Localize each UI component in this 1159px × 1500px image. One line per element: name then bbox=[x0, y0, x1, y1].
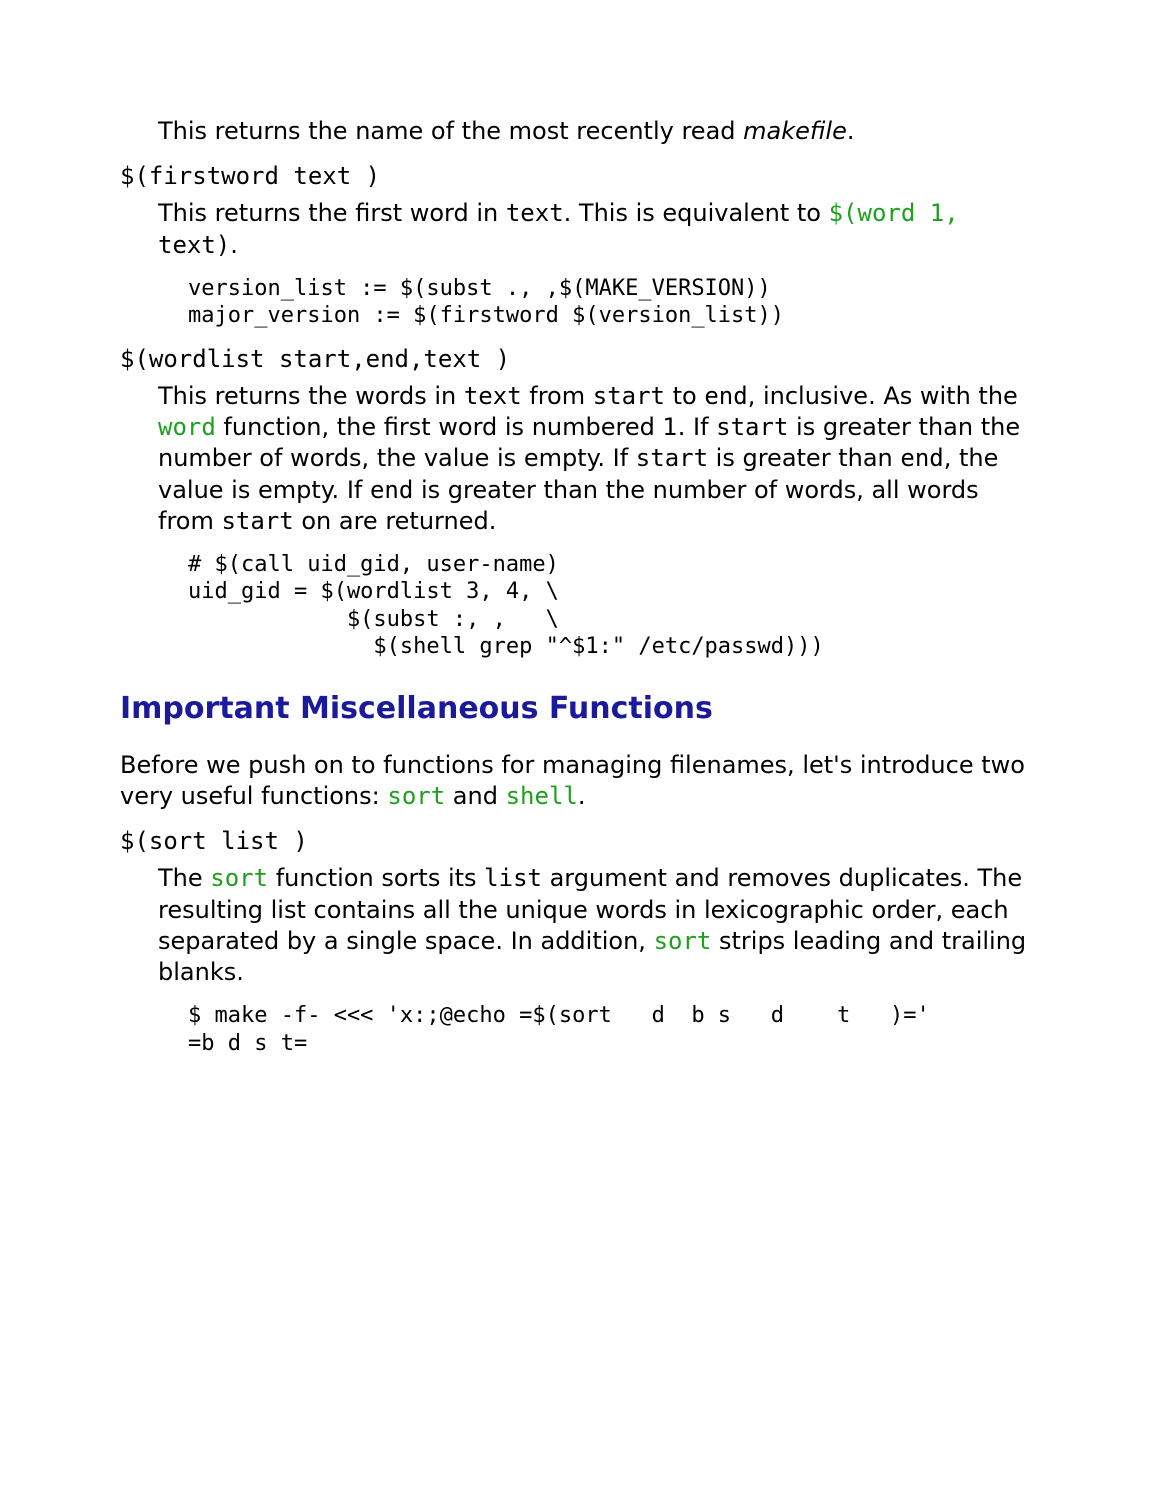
code-green: word bbox=[158, 413, 216, 441]
code-text: start bbox=[593, 382, 665, 410]
code-text: ) bbox=[216, 231, 230, 259]
text: on are returned. bbox=[294, 507, 497, 535]
text: . This is equivalent to bbox=[564, 199, 829, 227]
code-text: text bbox=[506, 199, 564, 227]
code-text: start bbox=[716, 413, 788, 441]
paragraph-wordlist-desc: This returns the words in text from star… bbox=[158, 381, 1039, 537]
code-block-sort: $ make -f- <<< 'x:;@echo =$(sort d b s d… bbox=[188, 1002, 1039, 1057]
term-wordlist: $(wordlist start,end,text ) bbox=[120, 344, 1039, 375]
code-text: end bbox=[704, 382, 747, 410]
code-text: end bbox=[370, 476, 413, 504]
code-green: $(word 1, bbox=[829, 199, 959, 227]
text: function, the first word is numbered 1. … bbox=[216, 413, 716, 441]
code-green: sort bbox=[210, 864, 268, 892]
section-heading-misc-functions: Important Miscellaneous Functions bbox=[120, 689, 1039, 728]
text: to bbox=[665, 382, 704, 410]
text: This returns the first word in bbox=[158, 199, 506, 227]
paragraph-firstword-desc: This returns the first word in text. Thi… bbox=[158, 198, 1039, 260]
text: , inclusive. As with the bbox=[748, 382, 1018, 410]
paragraph-sort-desc: The sort function sorts its list argumen… bbox=[158, 863, 1039, 988]
text: This returns the words in bbox=[158, 382, 464, 410]
paragraph-intro: Before we push on to functions for manag… bbox=[120, 750, 1039, 812]
text: This returns the name of the most recent… bbox=[158, 117, 743, 145]
text: . bbox=[847, 117, 855, 145]
text: . bbox=[230, 231, 238, 259]
code-green: sort bbox=[387, 782, 445, 810]
text: is greater than bbox=[708, 444, 900, 472]
code-text: end bbox=[900, 444, 943, 472]
code-text: text bbox=[464, 382, 522, 410]
code-green: sort bbox=[654, 927, 712, 955]
term-firstword: $(firstword text ) bbox=[120, 161, 1039, 192]
paragraph-makefile-return: This returns the name of the most recent… bbox=[158, 116, 1039, 147]
term-sort: $(sort list ) bbox=[120, 826, 1039, 857]
text: . bbox=[578, 782, 586, 810]
code-block-wordlist: # $(call uid_gid, user-name) uid_gid = $… bbox=[188, 551, 1039, 661]
text: The bbox=[158, 864, 210, 892]
code-text: start bbox=[221, 507, 293, 535]
code-text: text bbox=[158, 231, 216, 259]
text: from bbox=[522, 382, 593, 410]
code-block-firstword: version_list := $(subst ., ,$(MAKE_VERSI… bbox=[188, 275, 1039, 330]
text: function sorts its bbox=[268, 864, 484, 892]
code-text: start bbox=[636, 444, 708, 472]
emphasis-makefile: makefile bbox=[743, 117, 847, 145]
text: and bbox=[445, 782, 505, 810]
code-text: list bbox=[484, 864, 542, 892]
code-green: shell bbox=[506, 782, 578, 810]
